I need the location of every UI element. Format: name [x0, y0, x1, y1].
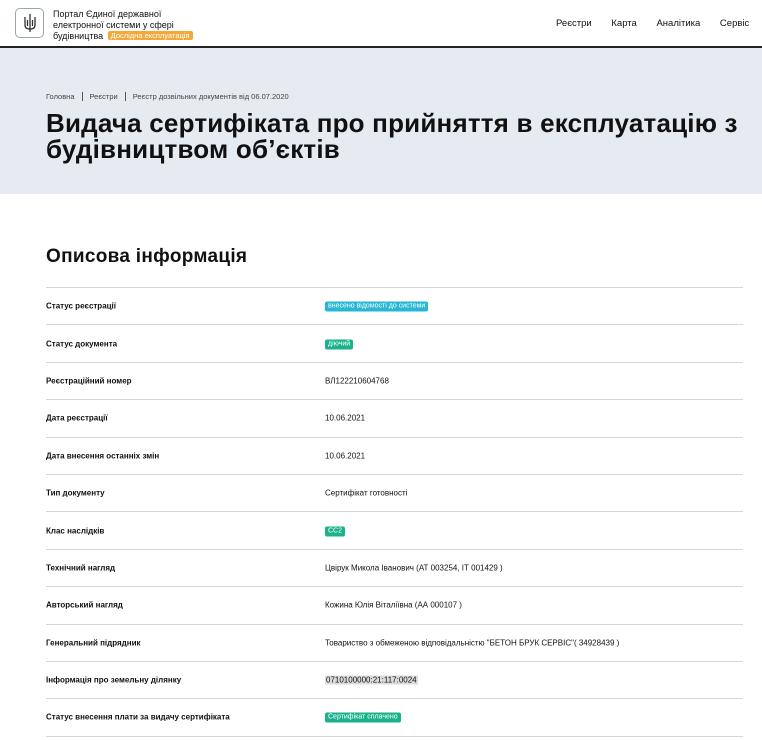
row-value: Товариство з обмеженою відповідальністю … — [325, 638, 620, 648]
breadcrumb-current[interactable]: Реєстр дозвільних документів від 06.07.2… — [133, 92, 289, 101]
nav-item-service[interactable]: Сервіс — [720, 18, 749, 29]
row-value: діючий — [325, 338, 354, 350]
top-header: Портал Єдиної державної електронної сист… — [0, 0, 762, 48]
row-label: Тип документу — [46, 488, 105, 498]
row-value: внесено відомості до системи — [325, 301, 429, 312]
status-badge: діючий — [325, 339, 354, 350]
row-registration-status: Статус реєстрації внесено відомості до с… — [46, 288, 743, 326]
breadcrumb-separator — [81, 92, 83, 101]
row-label: Реєстраційний номер — [46, 376, 132, 386]
section-title: Описова інформація — [46, 246, 248, 267]
trident-logo-icon[interactable] — [15, 8, 44, 38]
breadcrumb: Головна Реєстри Реєстр дозвільних документ… — [46, 92, 289, 101]
row-payment-status: Статус внесення плати за видачу сертифік… — [46, 699, 743, 737]
row-value: Кожина Юлія Віталіївна (АА 000107 ) — [325, 600, 462, 610]
row-land-plot-info: Інформація про земельну ділянку 07101000… — [46, 662, 743, 700]
row-value: 0710100000:21:117:0024 — [325, 675, 418, 685]
hero-banner: Головна Реєстри Реєстр дозвільних документ… — [0, 48, 762, 194]
row-value: Цвірук Микола Іванович (АТ 003254, ІТ 00… — [325, 563, 503, 573]
row-label: Статус реєстрації — [46, 301, 117, 311]
row-value: ВЛ122210604768 — [325, 376, 389, 386]
row-registration-date: Дата реєстрації 10.06.2021 — [46, 400, 743, 438]
breadcrumb-registries[interactable]: Реєстри — [90, 92, 118, 101]
row-label: Статус документа — [46, 339, 118, 349]
beta-badge: Дослідна експлуатація — [107, 31, 193, 40]
page-title-line-1: Видача сертифіката про прийняття в експл… — [46, 108, 738, 138]
row-label: Клас наслідків — [46, 526, 105, 536]
row-label: Інформація про земельну ділянку — [46, 675, 182, 685]
row-technical-supervision: Технічний нагляд Цвірук Микола Іванович … — [46, 550, 743, 588]
row-document-status: Статус документа діючий — [46, 325, 743, 363]
info-table: Статус реєстрації внесено відомості до с… — [46, 287, 743, 737]
row-consequence-class: Клас наслідків СС2 — [46, 512, 743, 550]
row-label: Авторський нагляд — [46, 600, 123, 610]
page-title: Видача сертифіката про прийняття в експл… — [46, 110, 762, 162]
trident-icon — [23, 14, 36, 32]
row-registration-number: Реєстраційний номер ВЛ122210604768 — [46, 363, 743, 401]
class-badge: СС2 — [325, 526, 346, 537]
status-badge: внесено відомості до системи — [325, 301, 429, 312]
nav-item-registries[interactable]: Реєстри — [556, 18, 592, 29]
breadcrumb-separator — [124, 92, 126, 101]
payment-badge: Сертифікат сплачено — [325, 712, 401, 723]
row-value: Сертифікат сплачено — [325, 712, 401, 723]
row-document-type: Тип документу Сертифікат готовності — [46, 475, 743, 513]
nav-item-map[interactable]: Карта — [611, 18, 636, 29]
page-title-line-2: будівництвом об’єктів — [46, 134, 340, 164]
breadcrumb-home[interactable]: Головна — [46, 92, 75, 101]
row-value: Сертифікат готовності — [325, 488, 408, 498]
row-last-change-date: Дата внесення останніх змін 10.06.2021 — [46, 438, 743, 475]
main-nav: Реєстри Карта Аналітика Сервіс — [556, 18, 762, 29]
row-label: Генеральний підрядник — [46, 638, 141, 648]
portal-title[interactable]: Портал Єдиної державної електронної сист… — [53, 9, 213, 42]
cadastral-number[interactable]: 0710100000:21:117:0024 — [325, 675, 418, 685]
nav-item-analytics[interactable]: Аналітика — [656, 18, 700, 29]
row-label: Технічний нагляд — [46, 563, 116, 573]
row-value: 10.06.2021 — [325, 413, 366, 423]
row-label: Статус внесення плати за видачу сертифік… — [46, 712, 230, 722]
row-label: Дата внесення останніх змін — [46, 451, 160, 461]
row-author-supervision: Авторський нагляд Кожина Юлія Віталіївна… — [46, 587, 743, 625]
row-value: 10.06.2021 — [325, 451, 366, 461]
row-label: Дата реєстрації — [46, 413, 108, 423]
row-general-contractor: Генеральний підрядник Товариство з обмеж… — [46, 625, 743, 662]
row-value: СС2 — [325, 525, 346, 537]
